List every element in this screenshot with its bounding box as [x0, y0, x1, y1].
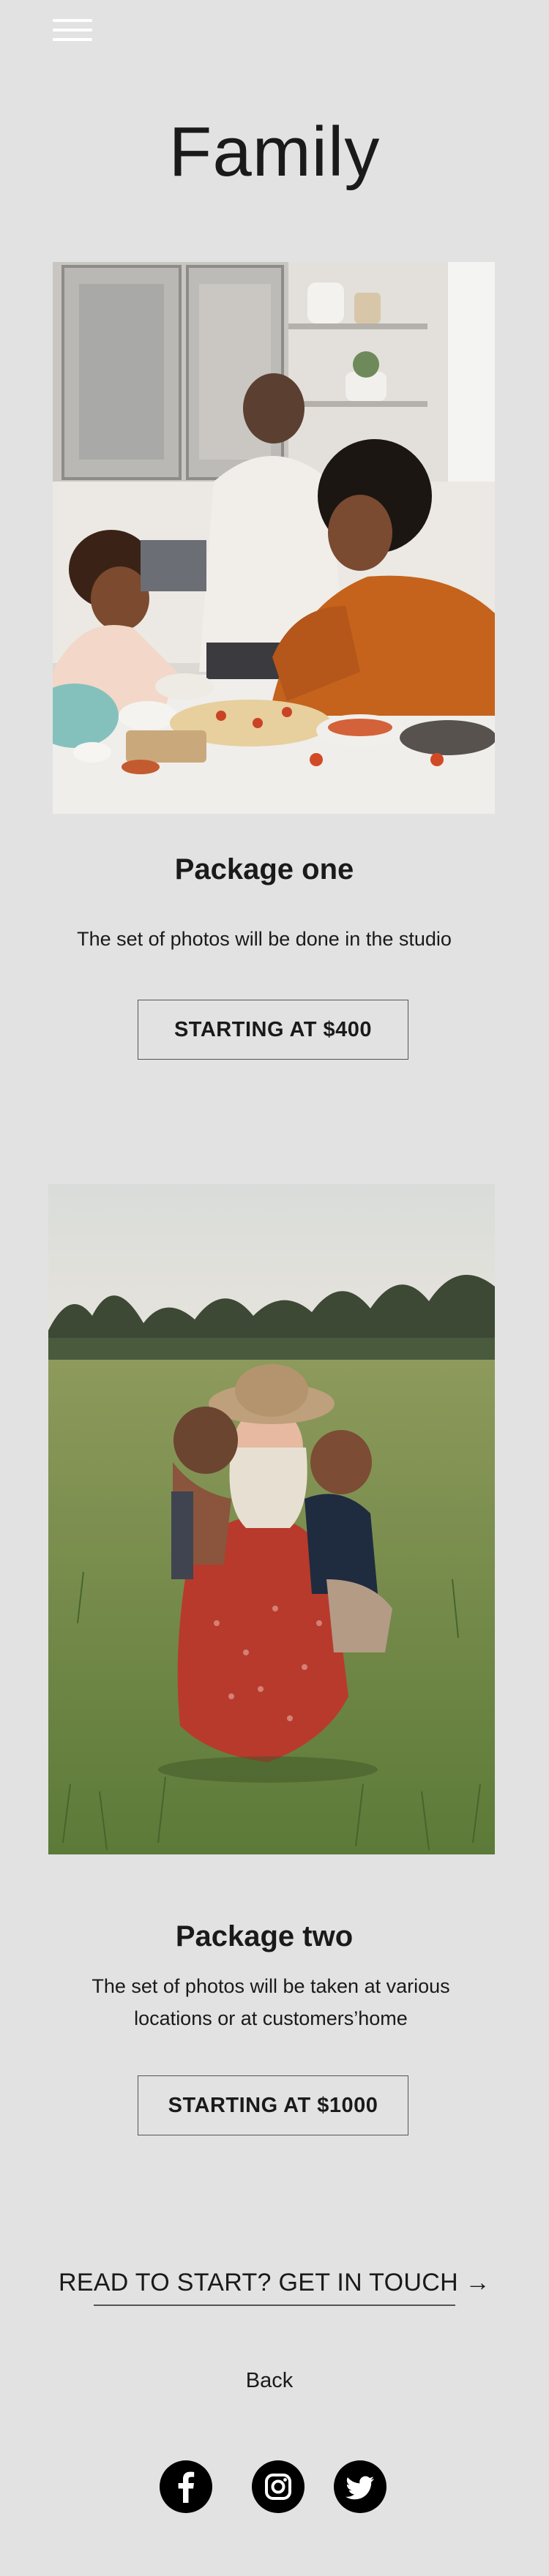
get-in-touch-underline — [94, 2304, 455, 2306]
mother-children-field-photo — [48, 1184, 495, 1854]
package-one-price-button[interactable]: STARTING AT $400 — [138, 1000, 408, 1060]
twitter-icon[interactable] — [334, 2460, 386, 2513]
hamburger-menu-icon-bar — [53, 29, 92, 31]
facebook-glyph — [178, 2471, 195, 2503]
menu-button[interactable] — [53, 16, 92, 45]
package-two-price-button[interactable]: STARTING AT $1000 — [138, 2075, 408, 2135]
get-in-touch-link[interactable]: READ TO START? GET IN TOUCH → — [0, 2269, 549, 2297]
family-kitchen-photo — [53, 262, 495, 814]
package-one-title: Package one — [174, 853, 354, 886]
page-title: Family — [168, 113, 381, 191]
package-two-title: Package two — [175, 1920, 354, 1952]
instagram-icon[interactable] — [252, 2460, 305, 2513]
instagram-glyph — [265, 2474, 291, 2500]
back-link[interactable]: Back — [0, 2369, 539, 2393]
package-two-description: The set of photos will be taken at vario… — [92, 1975, 450, 2029]
hamburger-menu-icon-bar — [53, 38, 92, 41]
package-one-description: The set of photos will be done in the st… — [77, 928, 452, 950]
mother-children-field-illustration — [48, 1184, 495, 1854]
facebook-icon[interactable] — [160, 2460, 212, 2513]
family-kitchen-illustration — [53, 262, 495, 814]
hamburger-menu-icon-bar — [53, 19, 92, 22]
twitter-glyph — [346, 2476, 374, 2500]
